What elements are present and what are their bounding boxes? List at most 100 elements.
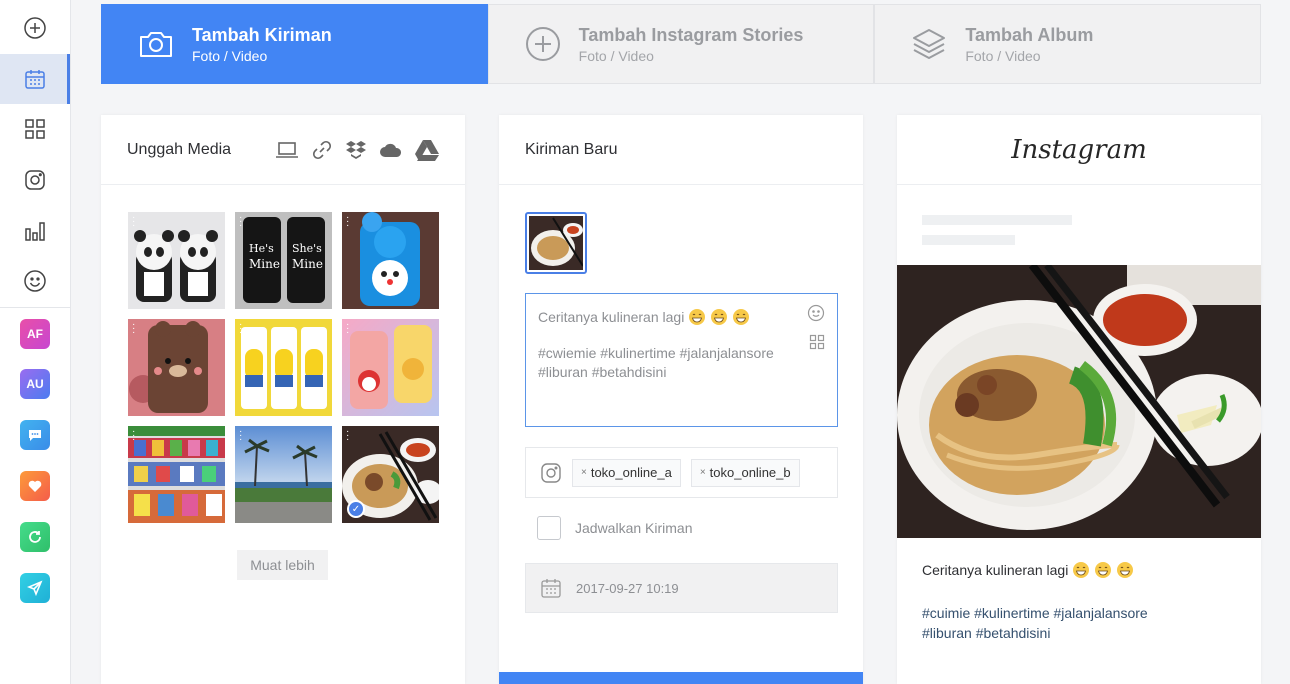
sidebar-app-chat[interactable] xyxy=(0,410,70,460)
camera-icon xyxy=(140,32,172,57)
tab-add-album-subtitle: Foto / Video xyxy=(965,47,1041,64)
tab-add-stories-title: Tambah Instagram Stories xyxy=(578,24,804,45)
upload-media-title: Unggah Media xyxy=(127,140,232,158)
refresh-icon xyxy=(29,531,41,543)
tab-add-album[interactable]: Tambah Album Foto / Video xyxy=(874,4,1262,84)
link-icon[interactable] xyxy=(311,139,333,161)
calendar-icon xyxy=(541,579,561,598)
send-icon xyxy=(27,580,43,596)
account-chip-label: toko_online_b xyxy=(709,465,791,480)
grid-icon xyxy=(25,119,45,139)
tab-add-post-title: Tambah Kiriman xyxy=(192,24,332,45)
account-selector[interactable]: × toko_online_a × toko_online_b xyxy=(525,447,838,498)
caption-textarea[interactable]: Ceritanya kulineran lagi #cwiemie #kulin… xyxy=(525,293,838,427)
svg-text:He's: He's xyxy=(249,242,274,255)
sidebar-app-af[interactable]: AF xyxy=(0,309,70,359)
selected-check-icon: ✓ xyxy=(347,500,365,518)
instagram-icon xyxy=(25,170,45,190)
cloud-icon[interactable] xyxy=(379,141,403,159)
sidebar-emoji-button[interactable] xyxy=(0,256,70,306)
media-thumb[interactable]: · · · xyxy=(342,212,439,309)
sidebar-app-heart[interactable] xyxy=(0,461,70,511)
layers-icon xyxy=(913,29,946,59)
calendar-icon xyxy=(25,70,45,89)
preview-skeleton-line xyxy=(922,215,1072,225)
sidebar-calendar-button[interactable] xyxy=(0,54,70,104)
upload-media-panel: Unggah Media · · · He's Mine She's Mine · · · ·… xyxy=(101,115,465,684)
app-au-icon: AU xyxy=(20,369,50,399)
sidebar-app-refresh[interactable] xyxy=(0,512,70,562)
app-send xyxy=(20,573,50,603)
schedule-toggle[interactable]: Jadwalkan Kiriman xyxy=(537,516,693,540)
account-chip-label: toko_online_a xyxy=(590,465,672,480)
media-thumb[interactable]: He's Mine She's Mine · · · xyxy=(235,212,332,309)
preview-caption: Ceritanya kulineran lagi xyxy=(922,562,1069,578)
preview-skeleton-line xyxy=(922,235,1015,245)
schedule-label: Jadwalkan Kiriman xyxy=(575,520,693,536)
media-thumb[interactable]: · · · xyxy=(235,426,332,523)
media-thumb[interactable]: · · · xyxy=(235,319,332,416)
media-thumb[interactable]: · · · xyxy=(342,319,439,416)
media-thumb[interactable]: · · · xyxy=(128,319,225,416)
grinning-emoji-icon xyxy=(1095,562,1112,578)
sidebar-grid-button[interactable] xyxy=(0,104,70,154)
tab-add-post[interactable]: Tambah Kiriman Foto / Video xyxy=(101,4,488,84)
app-refresh xyxy=(20,522,50,552)
emoji-picker-icon[interactable] xyxy=(807,304,825,322)
laptop-icon[interactable] xyxy=(275,140,299,160)
instagram-preview-panel: Instagram Ceritanya kulineran lagi #cuim… xyxy=(897,115,1261,684)
caption-hashtags: #cwiemie #kulinertime #jalanjalansore #l… xyxy=(538,345,774,380)
account-chip[interactable]: × toko_online_a xyxy=(572,458,681,487)
submit-button[interactable] xyxy=(499,672,863,684)
svg-text:Mine: Mine xyxy=(292,257,323,271)
media-thumb-selected[interactable]: · · · ✓ xyxy=(342,426,439,523)
dropbox-icon[interactable] xyxy=(345,140,367,160)
grinning-emoji-icon xyxy=(689,309,706,325)
grinning-emoji-icon xyxy=(711,309,728,325)
app-chat xyxy=(20,420,50,450)
svg-text:She's: She's xyxy=(292,242,322,255)
schedule-datetime-value: 2017-09-27 10:19 xyxy=(576,580,679,596)
google-drive-icon[interactable] xyxy=(415,139,439,161)
tab-add-stories[interactable]: Tambah Instagram Stories Foto / Video xyxy=(487,4,875,84)
new-post-panel: Kiriman Baru Ceritanya kulineran lagi #c… xyxy=(499,115,863,684)
post-type-tabs: Tambah Kiriman Foto / Video Tambah Insta… xyxy=(101,4,1262,84)
tab-add-post-subtitle: Foto / Video xyxy=(192,47,268,64)
heart-icon xyxy=(28,480,42,492)
caption-text: Ceritanya kulineran lagi xyxy=(538,309,685,325)
media-grid: · · · He's Mine She's Mine · · · · · · · · · · · · · ·… xyxy=(128,212,440,523)
grinning-emoji-icon xyxy=(733,309,750,325)
sidebar: AF AU xyxy=(0,0,71,684)
schedule-datetime-field[interactable]: 2017-09-27 10:19 xyxy=(525,563,838,613)
sidebar-app-au[interactable]: AU xyxy=(0,359,70,409)
tab-add-stories-subtitle: Foto / Video xyxy=(578,47,654,64)
remove-chip-icon[interactable]: × xyxy=(700,467,706,478)
grid-picker-icon[interactable] xyxy=(809,334,825,350)
plus-circle-icon xyxy=(24,17,46,39)
bar-chart-icon xyxy=(25,222,45,241)
remove-chip-icon[interactable]: × xyxy=(581,467,587,478)
plus-circle-icon xyxy=(525,27,560,61)
tab-add-album-title: Tambah Album xyxy=(965,24,1094,45)
new-post-title: Kiriman Baru xyxy=(525,140,618,158)
grinning-emoji-icon xyxy=(1073,562,1090,578)
sidebar-app-send[interactable] xyxy=(0,563,70,613)
sidebar-divider xyxy=(0,307,70,308)
media-thumb[interactable]: · · · xyxy=(128,426,225,523)
svg-text:Mine: Mine xyxy=(249,257,280,271)
media-thumb[interactable]: · · · xyxy=(128,212,225,309)
load-more-button[interactable]: Muat lebih xyxy=(237,550,328,580)
schedule-checkbox[interactable] xyxy=(537,516,561,540)
instagram-logo: Instagram xyxy=(1011,134,1147,165)
selected-media-thumb[interactable] xyxy=(525,212,587,274)
instagram-icon xyxy=(541,462,561,483)
preview-hashtags: #cuimie #kulinertime #jalanjalansore #li… xyxy=(922,605,1148,641)
sidebar-instagram-button[interactable] xyxy=(0,155,70,205)
account-chip[interactable]: × toko_online_b xyxy=(690,458,800,487)
smiley-icon xyxy=(24,270,46,292)
grinning-emoji-icon xyxy=(1117,562,1134,578)
sidebar-add-button[interactable] xyxy=(0,3,70,53)
chat-icon xyxy=(29,430,41,441)
app-heart xyxy=(20,471,50,501)
sidebar-stats-button[interactable] xyxy=(0,206,70,256)
